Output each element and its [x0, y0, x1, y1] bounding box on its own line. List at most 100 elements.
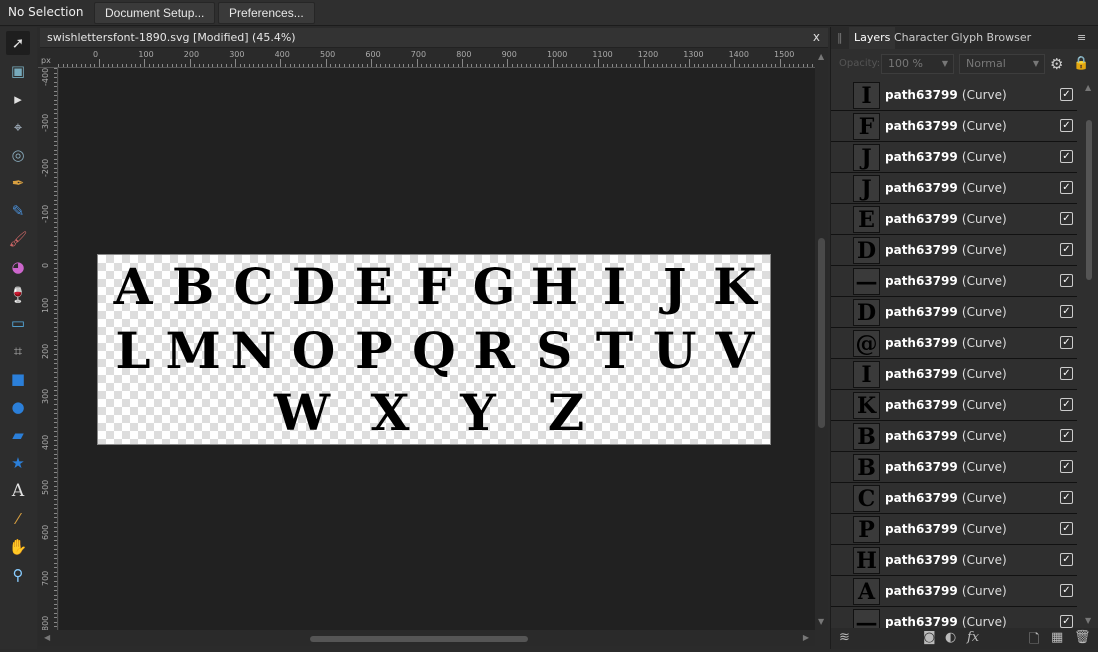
rounded-rectangle-tool-icon[interactable]: ▰: [6, 423, 30, 447]
zoom-tool-icon[interactable]: ⚲: [6, 563, 30, 587]
layer-visibility-checkbox[interactable]: ✓: [1060, 367, 1073, 380]
point-transform-tool-icon[interactable]: ◎: [6, 143, 30, 167]
move-tool-icon[interactable]: ➚: [6, 31, 30, 55]
color-picker-tool-icon[interactable]: ⁄: [6, 507, 30, 531]
horizontal-scrollbar[interactable]: ◀ ▶: [38, 630, 815, 646]
layer-row[interactable]: Jpath63799 (Curve) ✓: [831, 142, 1077, 173]
layer-row[interactable]: @ path63799 (Curve) ✓: [831, 328, 1077, 359]
layer-row[interactable]: Ipath63799 (Curve) ✓: [831, 359, 1077, 390]
rectangle-tool-icon[interactable]: ■: [6, 367, 30, 391]
layer-visibility-checkbox[interactable]: ✓: [1060, 119, 1073, 132]
layers-stack-icon[interactable]: ≋: [839, 630, 850, 645]
scroll-up-icon[interactable]: ▲: [818, 52, 824, 61]
document-setup-button[interactable]: Document Setup...: [94, 2, 216, 24]
pencil-tool-icon[interactable]: ✎: [6, 199, 30, 223]
layer-row[interactable]: Hpath63799 (Curve) ✓: [831, 545, 1077, 576]
layer-row[interactable]: Ipath63799 (Curve) ✓: [831, 80, 1077, 111]
horizontal-scroll-thumb[interactable]: [310, 636, 528, 642]
layer-row[interactable]: Fpath63799 (Curve) ✓: [831, 111, 1077, 142]
mask-icon[interactable]: ◙: [923, 630, 936, 645]
layer-row[interactable]: Apath63799 (Curve) ✓: [831, 576, 1077, 607]
layer-visibility-checkbox[interactable]: ✓: [1060, 398, 1073, 411]
scroll-down-icon[interactable]: ▼: [818, 617, 824, 626]
canvas[interactable]: ABCDEFGHIJK LMNOPQRSTUV WXYZ: [59, 68, 815, 630]
adjustment-icon[interactable]: ◐: [945, 630, 956, 645]
text-tool-icon[interactable]: A: [6, 479, 30, 503]
vertical-scroll-thumb[interactable]: [818, 238, 825, 428]
layer-visibility-checkbox[interactable]: ✓: [1060, 615, 1073, 628]
layer-type: (Curve): [961, 243, 1007, 257]
layer-visibility-checkbox[interactable]: ✓: [1060, 305, 1073, 318]
layer-visibility-checkbox[interactable]: ✓: [1060, 429, 1073, 442]
fill-tool-icon[interactable]: ◕: [6, 255, 30, 279]
lock-icon[interactable]: 🔒: [1073, 56, 1089, 71]
add-pixel-layer-icon[interactable]: ▦: [1051, 630, 1063, 645]
ellipse-tool-icon[interactable]: ●: [6, 395, 30, 419]
star-tool-icon[interactable]: ★: [6, 451, 30, 475]
layer-thumbnail: P: [853, 516, 880, 543]
layer-row[interactable]: Kpath63799 (Curve) ✓: [831, 390, 1077, 421]
layer-visibility-checkbox[interactable]: ✓: [1060, 522, 1073, 535]
opacity-dropdown[interactable]: 100 % ▼: [881, 54, 954, 74]
scroll-left-icon[interactable]: ◀: [44, 633, 50, 642]
place-image-tool-icon[interactable]: ▭: [6, 311, 30, 335]
trash-icon[interactable]: 🗑: [1074, 630, 1091, 645]
layer-name-text: path63799: [885, 367, 958, 381]
panel-grip-icon[interactable]: ‖: [837, 31, 843, 44]
horizontal-ruler[interactable]: px 0 100 200 300 400 500 600 700 800 900 1000 1100 1…: [38, 48, 815, 68]
layer-visibility-checkbox[interactable]: ✓: [1060, 243, 1073, 256]
artboard-tool-icon[interactable]: ▣: [6, 59, 30, 83]
document-tab[interactable]: swishlettersfont-1890.svg [Modified] (45…: [40, 28, 828, 48]
layer-row[interactable]: — path63799 (Curve) ✓: [831, 266, 1077, 297]
vector-brush-tool-icon[interactable]: 🖌: [6, 227, 30, 251]
layer-visibility-checkbox[interactable]: ✓: [1060, 491, 1073, 504]
layer-row[interactable]: — path63799 (Curve) ✓: [831, 607, 1077, 628]
scroll-down-icon[interactable]: ▼: [1085, 616, 1091, 625]
vertical-scrollbar[interactable]: ▲ ▼: [815, 48, 828, 630]
layer-row[interactable]: Dpath63799 (Curve) ✓: [831, 235, 1077, 266]
node-tool-icon[interactable]: ▸: [6, 87, 30, 111]
vertical-ruler[interactable]: -400 -300 -200 -100 0 100 200 300 400 500 600 700 80…: [38, 68, 58, 631]
scroll-right-icon[interactable]: ▶: [803, 633, 809, 642]
tab-layers[interactable]: Layers: [849, 27, 896, 49]
view-tool-icon[interactable]: ✋: [6, 535, 30, 559]
transparency-tool-icon[interactable]: 🍷: [6, 283, 30, 307]
layer-row[interactable]: Bpath63799 (Curve) ✓: [831, 421, 1077, 452]
fx-icon[interactable]: fx: [967, 630, 979, 645]
artwork-glyph: P: [354, 321, 393, 380]
layer-name-text: path63799: [885, 305, 958, 319]
preferences-button[interactable]: Preferences...: [218, 2, 315, 24]
layer-visibility-checkbox[interactable]: ✓: [1060, 336, 1073, 349]
scroll-up-icon[interactable]: ▲: [1085, 83, 1091, 92]
layer-name: path63799 (Curve): [885, 615, 1007, 628]
corner-tool-icon[interactable]: ⌖: [6, 115, 30, 139]
tab-glyph-browser[interactable]: Glyph Browser: [951, 31, 1031, 44]
crop-tool-icon[interactable]: ⌗: [6, 339, 30, 363]
ruler-tick-label: 800: [456, 50, 472, 59]
layers-scrollbar[interactable]: ▲ ▼: [1082, 80, 1097, 628]
layer-visibility-checkbox[interactable]: ✓: [1060, 553, 1073, 566]
layer-visibility-checkbox[interactable]: ✓: [1060, 181, 1073, 194]
layer-name: path63799 (Curve): [885, 181, 1007, 195]
gear-icon[interactable]: ⚙: [1050, 55, 1063, 73]
layer-visibility-checkbox[interactable]: ✓: [1060, 212, 1073, 225]
layer-row[interactable]: Dpath63799 (Curve) ✓: [831, 297, 1077, 328]
panel-menu-icon[interactable]: ≡: [1077, 31, 1086, 44]
layer-thumbnail: B: [853, 423, 880, 450]
tab-character[interactable]: Character: [894, 31, 948, 44]
layer-row[interactable]: Epath63799 (Curve) ✓: [831, 204, 1077, 235]
layer-visibility-checkbox[interactable]: ✓: [1060, 88, 1073, 101]
layer-row[interactable]: Cpath63799 (Curve) ✓: [831, 483, 1077, 514]
pen-tool-icon[interactable]: ✒: [6, 171, 30, 195]
layer-row[interactable]: Bpath63799 (Curve) ✓: [831, 452, 1077, 483]
layer-visibility-checkbox[interactable]: ✓: [1060, 584, 1073, 597]
layer-row[interactable]: Ppath63799 (Curve) ✓: [831, 514, 1077, 545]
layers-scroll-thumb[interactable]: [1086, 120, 1092, 280]
layer-visibility-checkbox[interactable]: ✓: [1060, 460, 1073, 473]
layer-visibility-checkbox[interactable]: ✓: [1060, 274, 1073, 287]
artboard-document[interactable]: ABCDEFGHIJK LMNOPQRSTUV WXYZ: [97, 254, 771, 445]
close-document-icon[interactable]: x: [813, 30, 820, 44]
blend-mode-dropdown[interactable]: Normal ▼: [959, 54, 1045, 74]
layer-visibility-checkbox[interactable]: ✓: [1060, 150, 1073, 163]
layer-row[interactable]: Jpath63799 (Curve) ✓: [831, 173, 1077, 204]
